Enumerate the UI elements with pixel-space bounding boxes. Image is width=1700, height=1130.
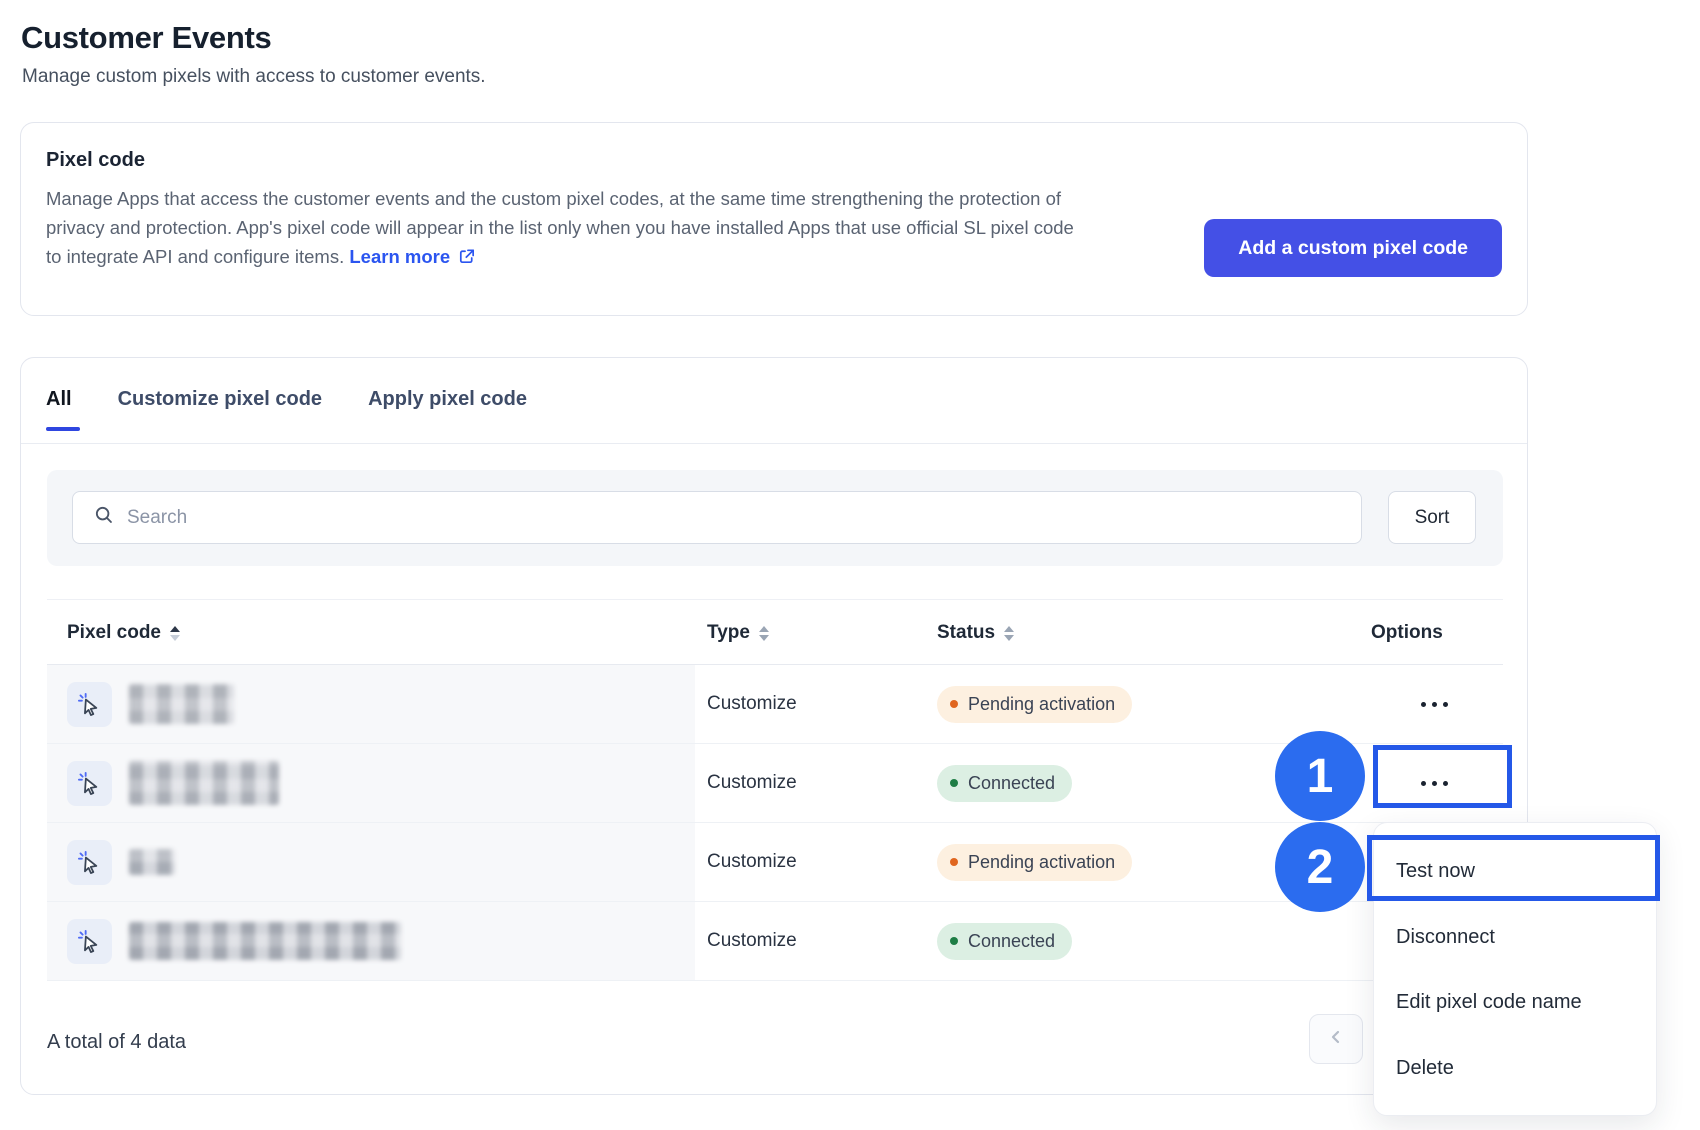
- pixel-code-name-redacted: [129, 922, 401, 960]
- table-row: Customize Connected: [47, 902, 1503, 981]
- search-icon: [93, 504, 115, 531]
- pixel-cursor-icon: [67, 840, 112, 885]
- table-total-count: A total of 4 data: [47, 1031, 186, 1054]
- column-header-pixel-code[interactable]: Pixel code: [67, 600, 180, 666]
- pixel-cursor-icon: [67, 919, 112, 964]
- pixel-code-card: Pixel code Manage Apps that access the c…: [20, 122, 1528, 316]
- status-cell: Connected: [937, 902, 1072, 980]
- add-custom-pixel-code-button[interactable]: Add a custom pixel code: [1204, 219, 1502, 277]
- page-title: Customer Events: [21, 20, 271, 56]
- pixel-cursor-icon: [67, 682, 112, 727]
- status-dot-icon: [950, 937, 958, 945]
- step2-highlight-box: [1367, 835, 1660, 901]
- page-subtitle: Manage custom pixels with access to cust…: [22, 66, 486, 88]
- menu-item-delete[interactable]: Delete: [1396, 1057, 1454, 1080]
- sort-asc-icon[interactable]: [170, 626, 180, 641]
- type-cell: Customize: [707, 902, 797, 980]
- pixel-code-card-title: Pixel code: [46, 149, 145, 172]
- sort-button[interactable]: Sort: [1388, 491, 1476, 544]
- column-header-status-label: Status: [937, 600, 995, 666]
- type-cell: Customize: [707, 823, 797, 901]
- pixel-code-card-description-text: Manage Apps that access the customer eve…: [46, 188, 1074, 267]
- learn-more-link[interactable]: Learn more: [349, 246, 450, 267]
- column-header-type[interactable]: Type: [707, 600, 769, 666]
- status-badge-label: Pending activation: [968, 694, 1115, 715]
- type-cell: Customize: [707, 744, 797, 822]
- table-header-row: Pixel code Type Status Options: [47, 599, 1503, 665]
- external-link-icon: [450, 246, 476, 267]
- search-panel: Sort: [47, 470, 1503, 566]
- type-cell: Customize: [707, 665, 797, 743]
- search-input[interactable]: [127, 507, 1361, 529]
- status-badge-label: Pending activation: [968, 852, 1115, 873]
- status-dot-icon: [950, 700, 958, 708]
- status-dot-icon: [950, 779, 958, 787]
- pixel-cursor-icon: [67, 761, 112, 806]
- pixel-code-name-redacted: [129, 684, 234, 724]
- pixel-code-cell: [47, 902, 695, 980]
- status-cell: Connected: [937, 744, 1072, 822]
- status-cell: Pending activation: [937, 665, 1132, 743]
- pixel-code-cell: [47, 823, 695, 901]
- step1-highlight-box: [1373, 745, 1512, 808]
- column-header-status[interactable]: Status: [937, 600, 1014, 666]
- status-cell: Pending activation: [937, 823, 1132, 901]
- column-header-options-label: Options: [1371, 600, 1443, 666]
- column-header-options: Options: [1371, 600, 1443, 666]
- pixel-code-name-redacted: [129, 761, 279, 805]
- pixel-code-card-description: Manage Apps that access the customer eve…: [46, 184, 1088, 271]
- search-input-wrap[interactable]: [72, 491, 1362, 544]
- status-badge: Connected: [937, 765, 1072, 802]
- status-badge: Pending activation: [937, 686, 1132, 723]
- row-options-ellipsis-button[interactable]: [1421, 702, 1448, 707]
- sort-icon[interactable]: [759, 626, 769, 641]
- chevron-left-icon: [1326, 1027, 1346, 1052]
- options-cell: [1371, 665, 1448, 743]
- annotation-step-1-badge: 1: [1275, 731, 1365, 821]
- status-badge: Pending activation: [937, 844, 1132, 881]
- tabs-divider: [21, 443, 1527, 444]
- tab-customize-pixel-code[interactable]: Customize pixel code: [118, 388, 323, 431]
- status-badge-label: Connected: [968, 773, 1055, 794]
- column-header-pixel-code-label: Pixel code: [67, 600, 161, 666]
- menu-item-disconnect[interactable]: Disconnect: [1396, 926, 1495, 949]
- tab-all[interactable]: All: [46, 388, 72, 431]
- pixel-code-cell: [47, 665, 695, 743]
- pixel-table-card: All Customize pixel code Apply pixel cod…: [20, 357, 1528, 1095]
- menu-item-edit-pixel-code-name[interactable]: Edit pixel code name: [1396, 991, 1582, 1014]
- pixel-code-cell: [47, 744, 695, 822]
- table-row: Customize Pending activation: [47, 665, 1503, 744]
- pagination-prev-button[interactable]: [1309, 1014, 1363, 1064]
- status-dot-icon: [950, 858, 958, 866]
- sort-icon[interactable]: [1004, 626, 1014, 641]
- column-header-type-label: Type: [707, 600, 750, 666]
- status-badge-label: Connected: [968, 931, 1055, 952]
- pixel-code-name-redacted: [129, 849, 175, 875]
- status-badge: Connected: [937, 923, 1072, 960]
- annotation-step-2-badge: 2: [1275, 822, 1365, 912]
- tab-apply-pixel-code[interactable]: Apply pixel code: [368, 388, 527, 431]
- pixel-table-tabs: All Customize pixel code Apply pixel cod…: [46, 388, 527, 431]
